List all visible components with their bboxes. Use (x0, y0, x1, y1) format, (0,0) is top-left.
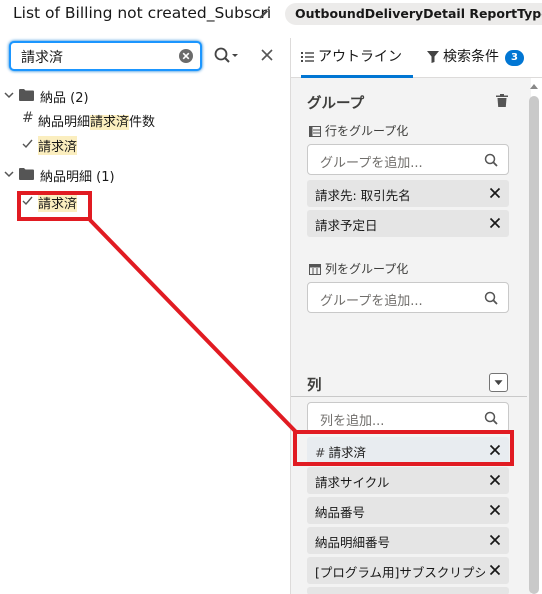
filter-count-badge: 3 (505, 50, 524, 66)
tree-field-billed[interactable]: 請求済 (0, 133, 290, 157)
column-pill[interactable]: 請求サイクル (307, 467, 509, 494)
tree-folder-label: 納品 (2) (40, 91, 89, 106)
report-header: List of Billing not created_Subscri Outb… (0, 0, 542, 30)
search-icon (484, 291, 498, 305)
list-icon (301, 52, 314, 62)
add-row-group-input[interactable]: グループを追加... (307, 144, 509, 175)
annotation-box-left (17, 191, 92, 221)
trash-icon[interactable] (496, 94, 508, 107)
tab-outline[interactable]: アウトライン (301, 46, 413, 78)
folder-icon (19, 89, 34, 101)
report-type-badge: OutboundDeliveryDetail ReportType (285, 3, 542, 25)
column-pill[interactable]: [プログラム用]サブスクリプショ (307, 557, 509, 584)
row-group-icon (309, 126, 321, 137)
field-list-panel: 納品 (2) # 納品明細請求済件数 請求済 納品明細 (1) 請求済 (0, 38, 290, 594)
remove-icon[interactable] (489, 504, 501, 516)
remove-icon[interactable] (489, 474, 501, 486)
column-group-label: 列をグループ化 (309, 260, 408, 277)
row-group-pill[interactable]: 請求予定日 (307, 210, 509, 237)
chevron-down-icon[interactable] (4, 90, 14, 100)
remove-icon[interactable] (489, 534, 501, 546)
column-pill[interactable] (307, 587, 509, 594)
tree-field-label: 納品明細請求済件数 (38, 115, 156, 130)
remove-icon[interactable] (489, 187, 501, 199)
search-options-dropdown-icon[interactable] (213, 46, 239, 66)
search-icon (484, 411, 498, 425)
folder-icon (19, 168, 34, 180)
tree-field-label: 請求済 (38, 136, 78, 155)
tree-field-count[interactable]: # 納品明細請求済件数 (0, 108, 290, 132)
outline-body: グループ 行をグループ化 グループを追加... 請求先: 取引先名 請求予定日 … (291, 78, 531, 594)
chevron-down-icon[interactable] (4, 169, 14, 179)
panel-tabs: アウトライン 検索条件 3 (291, 38, 542, 78)
scroll-up-arrow-icon[interactable] (529, 82, 539, 92)
report-title: List of Billing not created_Subscri (13, 4, 272, 22)
outline-panel: アウトライン 検索条件 3 グループ 行をグループ化 グループを追加... 請求先… (290, 38, 542, 594)
column-pill[interactable]: 納品番号 (307, 497, 509, 524)
annotation-box-right (293, 430, 514, 466)
checkmark-icon (22, 139, 33, 149)
number-icon: # (22, 110, 34, 126)
field-search-input[interactable] (21, 47, 171, 67)
tree-folder-label: 納品明細 (1) (40, 170, 115, 185)
search-match: 請求済 (90, 115, 130, 130)
remove-icon[interactable] (489, 564, 501, 576)
group-section-title: グループ (307, 96, 365, 112)
close-search-icon[interactable] (259, 47, 275, 63)
remove-icon[interactable] (489, 217, 501, 229)
columns-section-title: 列 (307, 378, 322, 394)
clear-search-icon[interactable] (178, 48, 194, 64)
add-column-group-input[interactable]: グループを追加... (307, 282, 509, 313)
search-icon (484, 153, 498, 167)
column-pill[interactable]: 納品明細番号 (307, 527, 509, 554)
row-group-pill[interactable]: 請求先: 取引先名 (307, 180, 509, 207)
column-group-icon (309, 264, 321, 275)
pencil-icon[interactable] (258, 7, 271, 20)
columns-menu-dropdown-icon[interactable] (489, 373, 508, 392)
field-search-box[interactable] (9, 41, 202, 71)
section-divider (291, 396, 527, 397)
add-column-input[interactable]: 列を追加... (307, 402, 509, 433)
tree-folder-delivery[interactable]: 納品 (2) (0, 84, 290, 108)
filter-icon (427, 51, 439, 63)
tree-folder-delivery-detail[interactable]: 納品明細 (1) (0, 163, 290, 187)
scrollbar-thumb[interactable] (529, 96, 539, 594)
row-group-label: 行をグループ化 (309, 122, 408, 139)
tab-filters[interactable]: 検索条件 3 (427, 46, 524, 76)
